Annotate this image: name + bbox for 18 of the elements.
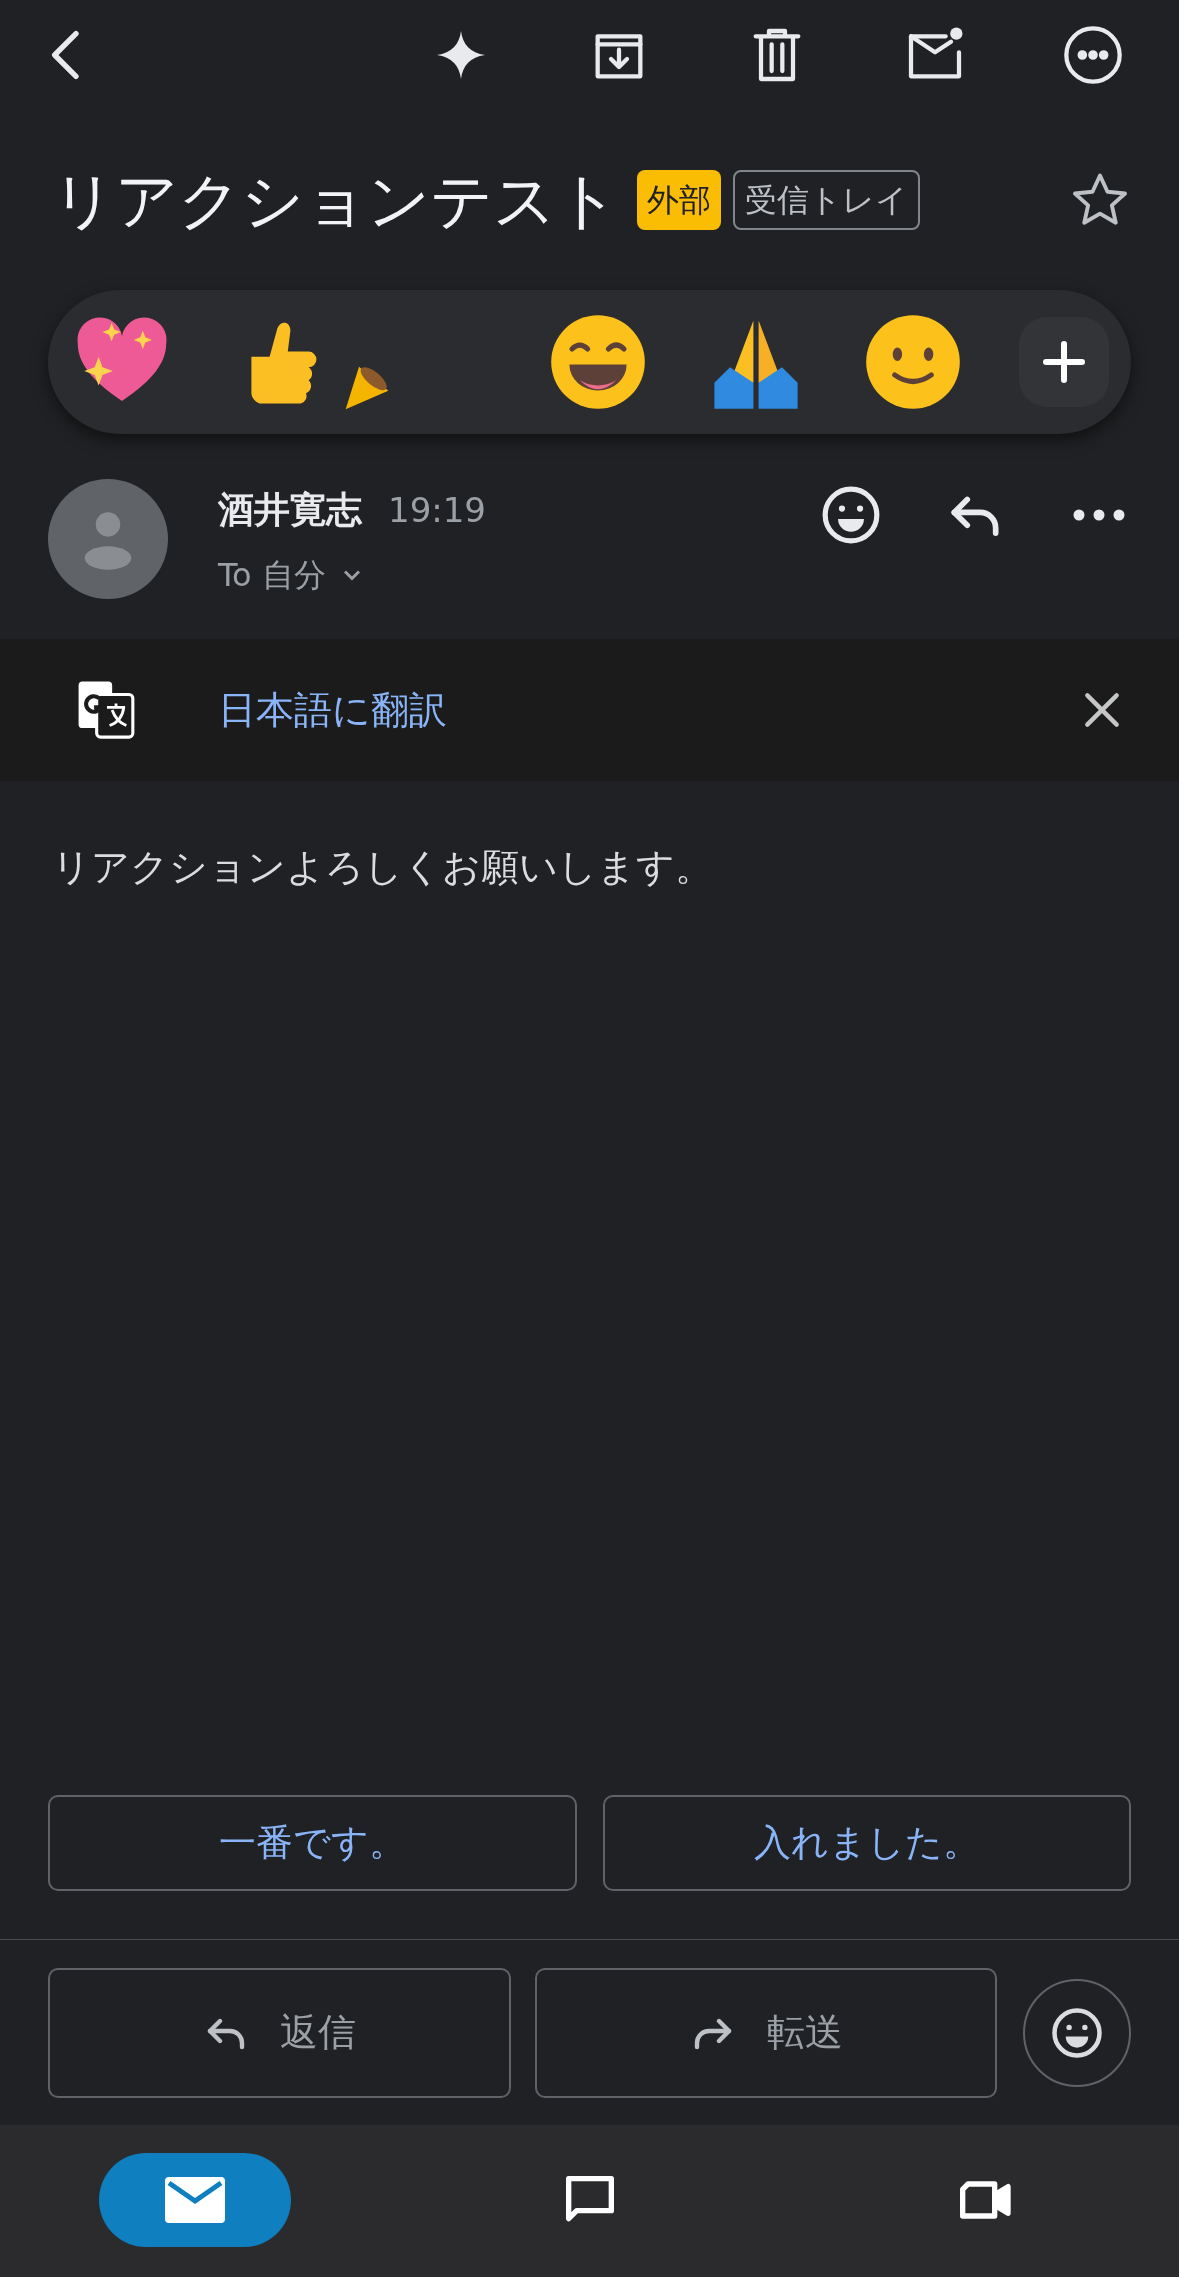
reply-button[interactable]: 返信 [48, 1967, 511, 2098]
add-reaction-button[interactable] [1018, 317, 1109, 407]
more-icon [1072, 508, 1126, 522]
smart-reply-button[interactable]: 一番です。 [48, 1795, 577, 1891]
recipient-dropdown[interactable]: To 自分 [218, 551, 486, 599]
sender-name: 酒井寛志 [218, 488, 362, 532]
forward-button[interactable]: 転送 [534, 1967, 997, 2098]
subject-title: リアクションテスト [52, 162, 619, 239]
label-chip[interactable]: 受信トレイ [733, 170, 920, 230]
mail-icon [163, 2175, 227, 2225]
message-body: リアクションよろしくお願いします。 [52, 844, 714, 891]
label-chip: 外部 [637, 170, 721, 230]
add-reaction-icon [820, 484, 882, 546]
message-time: 19:19 [388, 489, 486, 532]
translate-link[interactable]: 日本語に翻訳 [218, 681, 447, 739]
add-reaction-icon [1050, 2005, 1104, 2060]
react-button[interactable] [1023, 1978, 1131, 2087]
smart-reply-button[interactable]: 入れました。 [602, 1795, 1131, 1891]
